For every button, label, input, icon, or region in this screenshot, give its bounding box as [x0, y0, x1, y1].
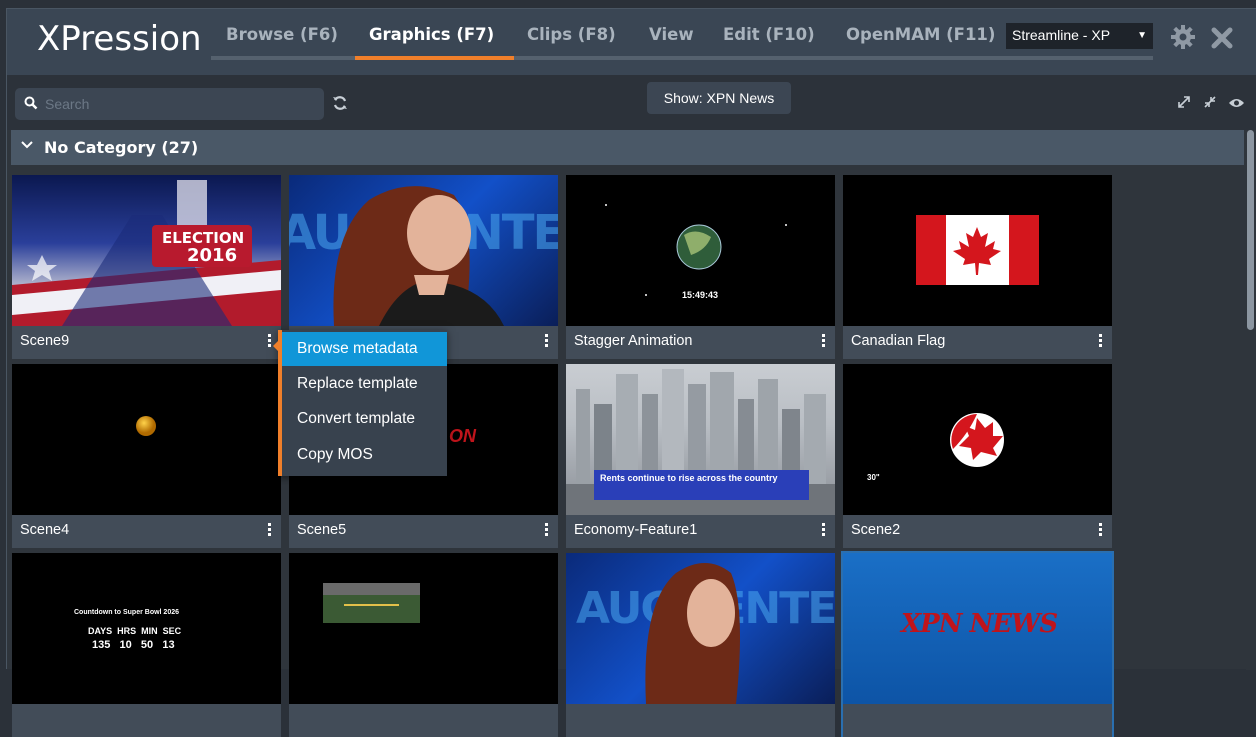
toolbar: Search Show: XPN News	[7, 75, 1256, 130]
show-button[interactable]: Show: XPN News	[647, 82, 791, 114]
template-card[interactable]: Canadian Flag	[843, 175, 1112, 359]
kebab-icon[interactable]	[540, 332, 552, 352]
card-label: Scene4	[20, 522, 70, 538]
app-window: XPression Browse (F6) Graphics (F7) Clip…	[6, 8, 1256, 737]
category-title: No Category (27)	[44, 138, 199, 157]
scene5-text: ON	[449, 426, 476, 446]
thumbnail-stadium	[289, 553, 558, 704]
menu-item-convert-template[interactable]: Convert template	[282, 402, 447, 436]
globe-time: 15:49:43	[682, 290, 719, 300]
scrollbar-thumb[interactable]	[1247, 130, 1254, 330]
workspace-select-value: Streamline - XP	[1012, 27, 1111, 43]
thumbnail-augmented-woman: AUGMENTED	[289, 175, 558, 326]
thumbnail-maple-circle: 30"	[843, 364, 1112, 515]
top-bar: XPression Browse (F6) Graphics (F7) Clip…	[7, 9, 1256, 75]
search-icon	[24, 96, 38, 110]
gear-icon[interactable]	[1170, 24, 1196, 55]
active-tab-indicator	[355, 56, 514, 60]
card-label: Canadian Flag	[851, 333, 946, 349]
thumbnail-augmented-woman-2: AUGMENTED	[566, 553, 835, 704]
chevron-down-icon	[21, 138, 33, 154]
scrollbar[interactable]	[1246, 130, 1256, 670]
xpn-news-text: XPN NEWS	[901, 609, 1058, 639]
kebab-icon[interactable]	[263, 521, 275, 541]
scene2-text: 30"	[867, 473, 880, 482]
tabs-track	[211, 56, 1153, 60]
thumbnail-canada-flag	[843, 175, 1112, 326]
chevron-down-icon: ▼	[1137, 30, 1147, 41]
kebab-icon[interactable]	[540, 521, 552, 541]
thumbnail-countdown: Countdown to Super Bowl 2026 DAYS HRS MI…	[12, 553, 281, 704]
economy-caption: Rents continue to rise across the countr…	[600, 473, 778, 483]
thumbnail-election: ELECTION 2016	[12, 175, 281, 326]
app-logo: XPression	[37, 19, 202, 59]
card-label: Stagger Animation	[574, 333, 693, 349]
card-label: Scene2	[851, 522, 901, 538]
search-placeholder: Search	[45, 96, 90, 112]
template-card[interactable]: 15:49:43 Stagger Animation	[566, 175, 835, 359]
close-icon[interactable]	[1211, 27, 1233, 54]
template-card[interactable]: 30" Scene2	[843, 364, 1112, 548]
election-text-2: 2016	[187, 245, 238, 266]
countdown-title: Countdown to Super Bowl 2026	[74, 609, 180, 616]
tab-graphics[interactable]: Graphics (F7)	[369, 25, 494, 44]
template-card[interactable]: Countdown to Super Bowl 2026 DAYS HRS MI…	[12, 553, 281, 737]
card-label: Economy-Feature1	[574, 522, 698, 538]
expand-icon[interactable]	[1177, 95, 1191, 112]
refresh-icon[interactable]	[332, 95, 348, 111]
collapse-icon[interactable]	[1203, 95, 1217, 112]
thumbnail-city-skyline: Rents continue to rise across the countr…	[566, 364, 835, 515]
template-card[interactable]: Rents continue to rise across the countr…	[566, 364, 835, 548]
menu-item-replace-template[interactable]: Replace template	[282, 367, 447, 401]
context-menu: Browse metadata Replace template Convert…	[273, 330, 447, 476]
template-card[interactable]: ELECTION 2016 Scene9	[12, 175, 281, 359]
menu-item-browse-metadata[interactable]: Browse metadata	[282, 332, 447, 366]
thumbnail-globe: 15:49:43	[566, 175, 835, 326]
kebab-icon[interactable]	[1094, 521, 1106, 541]
tab-openmam[interactable]: OpenMAM (F11)	[846, 25, 995, 44]
template-card[interactable]: Scene4	[12, 364, 281, 548]
category-header[interactable]: No Category (27)	[11, 130, 1244, 165]
countdown-labels: DAYS HRS MIN SEC	[88, 626, 182, 636]
tab-view[interactable]: View	[649, 25, 694, 44]
template-card[interactable]	[289, 553, 558, 737]
workspace-select[interactable]: Streamline - XP ▼	[1006, 23, 1153, 49]
template-card[interactable]: XPN NEWS	[841, 551, 1114, 737]
template-card[interactable]: AUGMENTED	[566, 553, 835, 737]
tab-clips[interactable]: Clips (F8)	[527, 25, 616, 44]
tab-edit[interactable]: Edit (F10)	[723, 25, 815, 44]
menu-pointer	[273, 340, 279, 352]
tab-browse[interactable]: Browse (F6)	[226, 25, 338, 44]
eye-icon[interactable]	[1228, 96, 1245, 112]
kebab-icon[interactable]	[1094, 332, 1106, 352]
kebab-icon[interactable]	[817, 521, 829, 541]
search-input[interactable]: Search	[15, 88, 324, 120]
thumbnail-orange-ball	[12, 364, 281, 515]
card-label: Scene5	[297, 522, 347, 538]
card-label: Scene9	[20, 333, 70, 349]
countdown-values: 135 10 50 13	[92, 639, 175, 651]
thumbnail-xpn-news: XPN NEWS	[843, 553, 1112, 704]
kebab-icon[interactable]	[817, 332, 829, 352]
menu-item-copy-mos[interactable]: Copy MOS	[282, 438, 447, 472]
